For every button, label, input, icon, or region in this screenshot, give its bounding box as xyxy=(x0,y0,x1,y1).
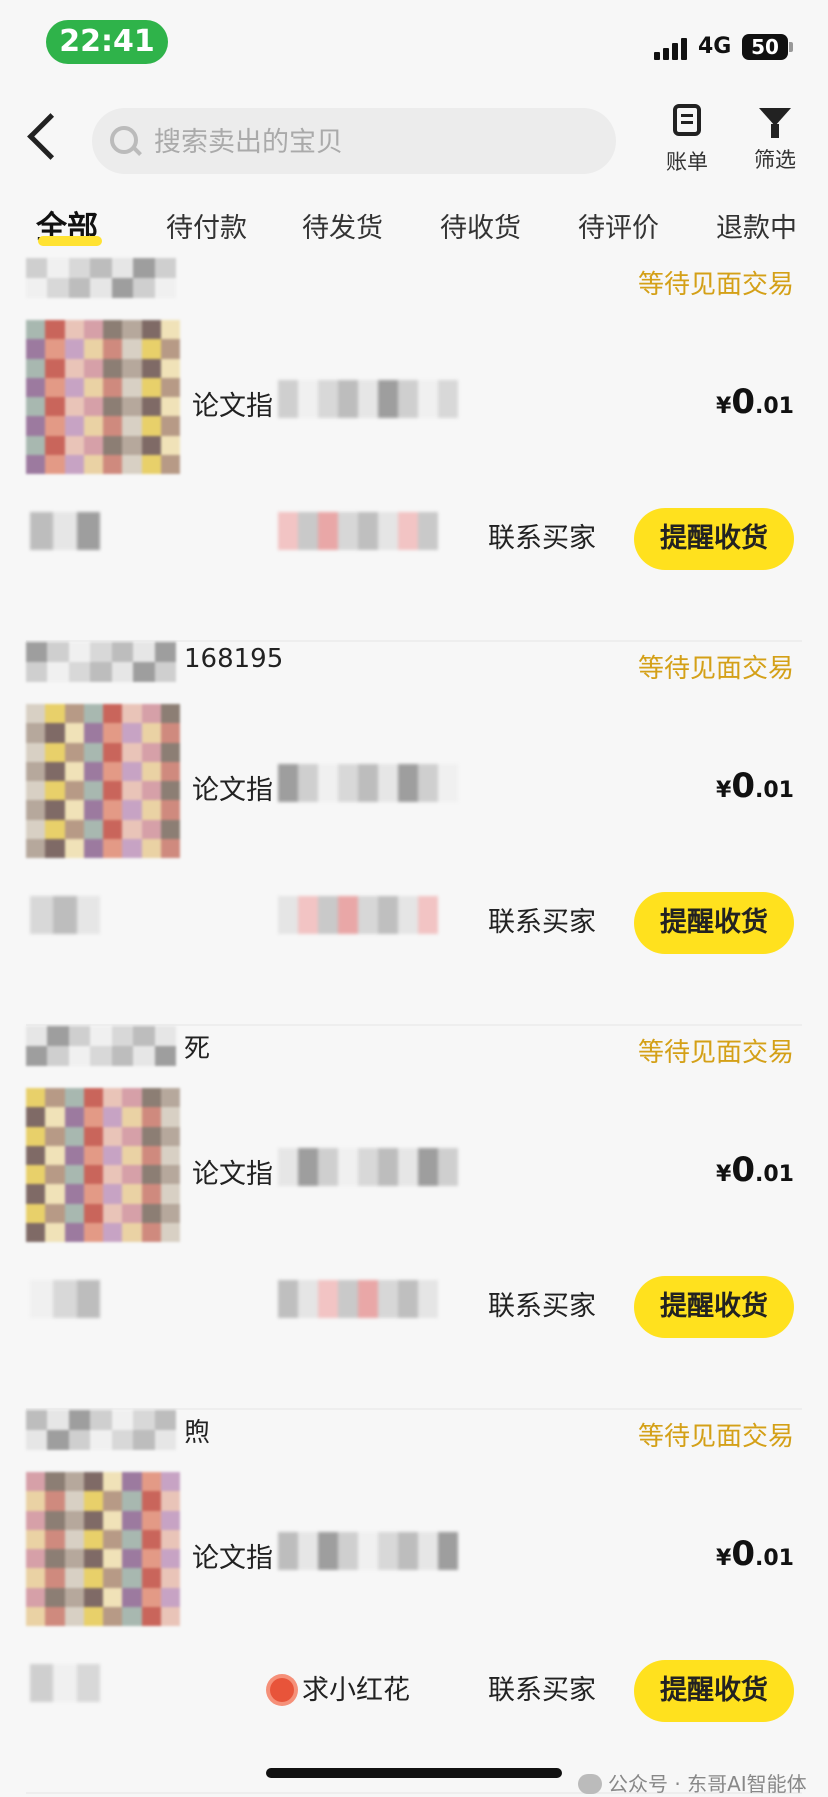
order-status: 等待见面交易 xyxy=(637,654,794,684)
product-title[interactable]: 论文指 xyxy=(192,1152,273,1191)
battery-icon: 50 xyxy=(742,34,788,60)
order-status: 等待见面交易 xyxy=(637,1422,794,1452)
search-bar[interactable] xyxy=(92,108,616,176)
product-title[interactable]: 论文指 xyxy=(192,1536,273,1575)
product-thumbnail[interactable] xyxy=(26,1088,180,1242)
order-status: 等待见面交易 xyxy=(637,1038,794,1068)
network-label: 4G xyxy=(698,34,732,59)
tab-pending-review[interactable]: 待评价 xyxy=(578,206,659,245)
filter-label: 筛选 xyxy=(754,148,796,172)
note-redacted xyxy=(30,1664,100,1702)
note-redacted xyxy=(30,896,100,934)
action-redacted xyxy=(278,512,438,550)
watermark: 公众号 · 东哥AI智能体 xyxy=(578,1768,807,1797)
avatar xyxy=(26,1410,176,1450)
tab-pending-shipment[interactable]: 待发货 xyxy=(302,206,383,245)
order-card[interactable]: 煦 等待见面交易论文指 ¥0.01 求小红花 联系买家 提醒收货 xyxy=(0,1410,828,1794)
order-card[interactable]: 等待见面交易论文指 ¥0.01 联系买家 提醒收货 xyxy=(0,258,828,642)
wechat-icon xyxy=(578,1774,602,1794)
avatar xyxy=(26,1026,176,1066)
order-card[interactable]: 死 等待见面交易论文指 ¥0.01 联系买家 提醒收货 xyxy=(0,1026,828,1410)
bill-button[interactable]: 账单 xyxy=(652,104,722,176)
price: ¥0.01 xyxy=(716,766,794,806)
contact-buyer-button[interactable]: 联系买家 xyxy=(474,892,610,954)
remind-receipt-button[interactable]: 提醒收货 xyxy=(634,1276,794,1338)
home-indicator xyxy=(266,1768,562,1778)
filter-icon xyxy=(759,108,791,138)
title-redacted xyxy=(278,1532,458,1570)
contact-buyer-button[interactable]: 联系买家 xyxy=(474,1660,610,1722)
remind-receipt-button[interactable]: 提醒收货 xyxy=(634,508,794,570)
note-redacted xyxy=(30,512,100,550)
bill-icon xyxy=(673,104,701,136)
avatar xyxy=(26,642,176,682)
price: ¥0.01 xyxy=(716,1534,794,1574)
product-thumbnail[interactable] xyxy=(26,704,180,858)
filter-button[interactable]: 筛选 xyxy=(740,104,810,174)
title-redacted xyxy=(278,380,458,418)
tab-pending-payment[interactable]: 待付款 xyxy=(166,206,247,245)
back-icon[interactable] xyxy=(27,113,74,160)
flower-icon xyxy=(270,1678,294,1702)
product-title[interactable]: 论文指 xyxy=(192,384,273,423)
contact-buyer-button[interactable]: 联系买家 xyxy=(474,508,610,570)
buyer-name: 煦 xyxy=(184,1418,211,1448)
bill-label: 账单 xyxy=(666,150,708,174)
buyer-name: 死 xyxy=(184,1034,211,1064)
tab-underline xyxy=(38,236,102,246)
order-tabs: 全部 待付款 待发货 待收货 待评价 退款中 xyxy=(0,200,828,250)
product-title[interactable]: 论文指 xyxy=(192,768,273,807)
remind-receipt-button[interactable]: 提醒收货 xyxy=(634,1660,794,1722)
flower-button[interactable]: 求小红花 xyxy=(270,1660,410,1722)
product-thumbnail[interactable] xyxy=(26,320,180,474)
tab-pending-receipt[interactable]: 待收货 xyxy=(440,206,521,245)
battery-tip xyxy=(789,42,793,52)
buyer-name: 168195 xyxy=(184,644,284,674)
title-redacted xyxy=(278,764,458,802)
product-thumbnail[interactable] xyxy=(26,1472,180,1626)
status-time: 22:41 xyxy=(46,20,168,64)
price: ¥0.01 xyxy=(716,382,794,422)
action-redacted xyxy=(278,1280,438,1318)
tab-refunding[interactable]: 退款中 xyxy=(716,206,797,245)
note-redacted xyxy=(30,1280,100,1318)
order-status: 等待见面交易 xyxy=(637,270,794,300)
price: ¥0.01 xyxy=(716,1150,794,1190)
title-redacted xyxy=(278,1148,458,1186)
contact-buyer-button[interactable]: 联系买家 xyxy=(474,1276,610,1338)
order-card[interactable]: 168195 等待见面交易论文指 ¥0.01 联系买家 提醒收货 xyxy=(0,642,828,1026)
signal-icon xyxy=(654,38,690,60)
search-input[interactable] xyxy=(152,108,596,176)
avatar xyxy=(26,258,176,298)
remind-receipt-button[interactable]: 提醒收货 xyxy=(634,892,794,954)
action-redacted xyxy=(278,896,438,934)
search-icon xyxy=(110,126,138,154)
